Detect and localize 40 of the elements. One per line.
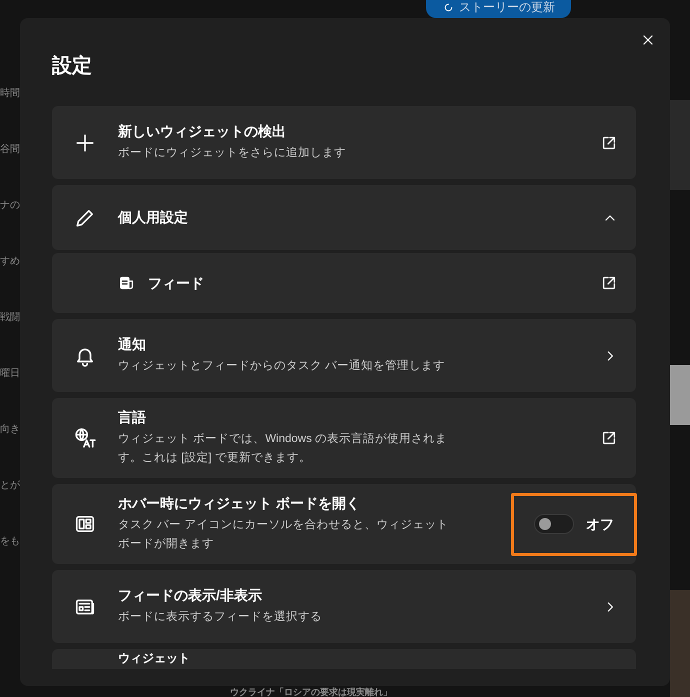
setting-title: ホバー時にウィジェット ボードを開く [118,494,361,512]
refresh-stories-button[interactable]: ストーリーの更新 [426,0,571,18]
setting-title: ウィジェット [117,652,190,665]
globe-letter-icon [74,427,96,449]
setting-title: フィードの表示/非表示 [118,586,263,604]
photo-placeholder [670,365,690,425]
news-text: すめ [0,256,20,268]
settings-card[interactable]: ウィジェット [52,649,636,669]
news-text: 向き [0,424,20,436]
news-text: 時間 [0,88,20,100]
feed-icon [118,274,136,292]
personalization-expander[interactable]: 個人用設定 [52,185,636,250]
plus-icon [74,132,96,154]
settings-card[interactable]: フィードの表示/非表示 ボードに表示するフィードを選択する [52,570,636,643]
setting-description: ボードにウィジェットをさらに追加します [118,146,347,161]
setting-description: タスク バー アイコンにカーソルを合わせると、ウィジェットボードが開きます [118,518,450,552]
news-text: 谷間 [0,144,20,156]
settings-card[interactable]: 言語 ウィジェット ボードでは、Windows の表示言語が使用されます。これは [設定] で更新できます。 [52,398,636,478]
setting-title: 個人用設定 [118,208,189,227]
setting-description: ボードに表示するフィードを選択する [118,610,323,625]
news-text: をも [0,536,20,548]
toggle-switch[interactable] [534,514,574,534]
setting-title: 新しいウィジェットの検出 [118,122,287,140]
toggle-state-label: オフ [586,514,614,534]
external-link-icon [600,429,618,447]
news-headline: ウクライナ「ロシアの要求は現実離れ」 [230,687,392,697]
setting-title: 通知 [118,335,147,353]
news-text: ナの [0,200,20,212]
dialog-title: 設定 [52,54,92,79]
settings-card[interactable]: 新しいウィジェットの検出 ボードにウィジェットをさらに追加します [52,106,636,179]
news-text: とが [0,480,20,492]
panels-icon [74,513,96,535]
news-text: 戦闘 [0,312,20,324]
settings-card[interactable]: 通知 ウィジェットとフィードからのタスク バー通知を管理します [52,319,636,392]
setting-description: ウィジェット ボードでは、Windows の表示言語が使用されます。これは [設定] で更新できます。 [118,431,448,466]
setting-title: 言語 [118,408,147,426]
news-text: 曜日 [0,368,20,380]
setting-description: ウィジェットとフィードからのタスク バー通知を管理します [118,358,446,374]
external-link-icon [600,274,618,292]
feed-link-item[interactable]: フィード [52,253,636,313]
